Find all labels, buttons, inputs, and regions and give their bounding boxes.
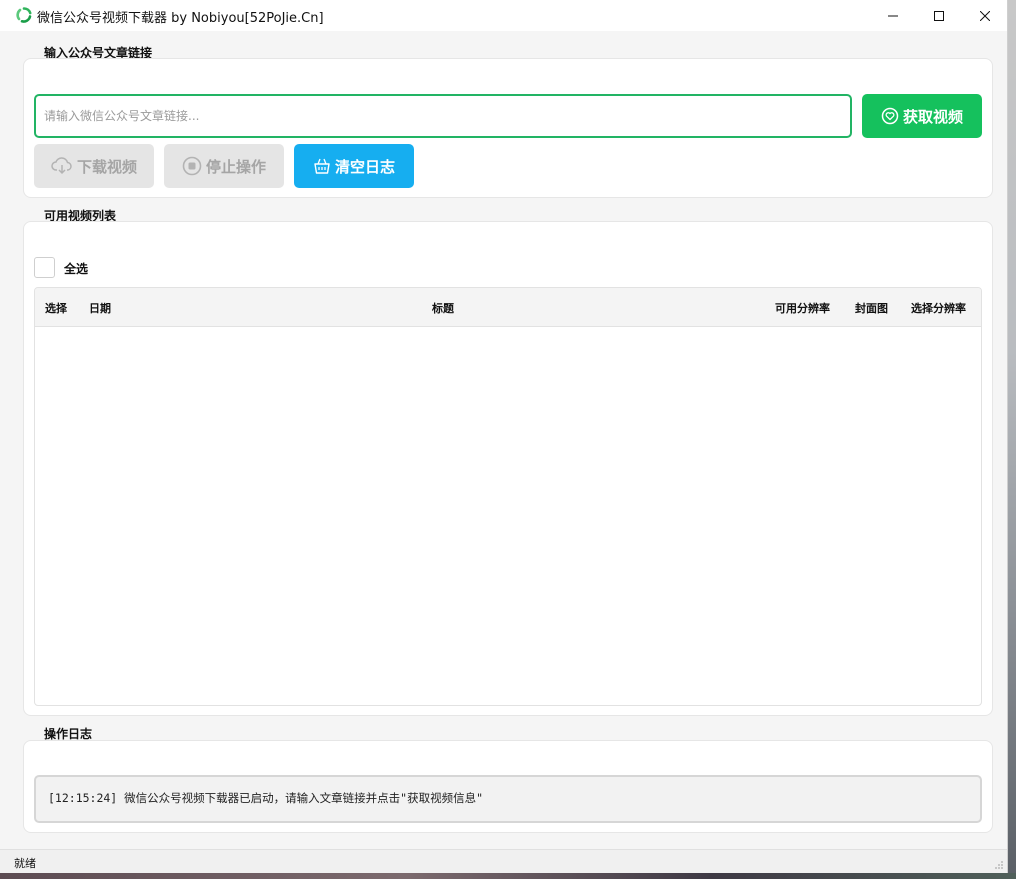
minimize-button[interactable] bbox=[870, 0, 916, 31]
app-logo-icon bbox=[16, 7, 32, 23]
app-window: 微信公众号视频下载器 by Nobiyou[52PoJie.Cn] 输入公众号文… bbox=[0, 0, 1008, 873]
window-title: 微信公众号视频下载器 by Nobiyou[52PoJie.Cn] bbox=[37, 11, 324, 26]
basket-icon bbox=[314, 158, 330, 174]
column-header-date[interactable]: 日期 bbox=[89, 300, 111, 316]
download-video-button[interactable]: 下载视频 bbox=[34, 144, 154, 188]
clear-log-button[interactable]: 清空日志 bbox=[294, 144, 414, 188]
cloud-download-icon bbox=[51, 157, 72, 175]
select-all-checkbox[interactable] bbox=[34, 257, 55, 278]
table-header: 选择 日期 标题 可用分辨率 封面图 选择分辨率 bbox=[35, 288, 981, 327]
desktop-background bbox=[1008, 0, 1016, 879]
clear-log-label: 清空日志 bbox=[334, 157, 395, 176]
select-all-label: 全选 bbox=[64, 262, 89, 276]
get-video-button[interactable]: 获取视频 bbox=[862, 94, 982, 138]
video-table[interactable]: 选择 日期 标题 可用分辨率 封面图 选择分辨率 bbox=[34, 287, 982, 706]
stop-circle-icon bbox=[182, 156, 202, 176]
column-header-cover[interactable]: 封面图 bbox=[855, 300, 888, 316]
close-button[interactable] bbox=[962, 0, 1007, 31]
maximize-button[interactable] bbox=[916, 0, 962, 31]
status-bar: 就绪 bbox=[0, 849, 1007, 873]
get-video-label: 获取视频 bbox=[902, 107, 963, 126]
download-video-label: 下载视频 bbox=[76, 157, 137, 176]
column-header-select[interactable]: 选择 bbox=[45, 300, 67, 316]
column-header-select-resolution[interactable]: 选择分辨率 bbox=[911, 300, 966, 316]
title-bar[interactable]: 微信公众号视频下载器 by Nobiyou[52PoJie.Cn] bbox=[0, 0, 1007, 31]
minimize-icon bbox=[888, 15, 898, 16]
close-icon bbox=[980, 10, 990, 21]
log-output[interactable]: [12:15:24] 微信公众号视频下载器已启动，请输入文章链接并点击"获取视频… bbox=[34, 775, 982, 823]
desktop-background-bottom bbox=[0, 873, 1016, 879]
resize-grip-icon[interactable] bbox=[994, 860, 1004, 870]
log-entry: [12:15:24] 微信公众号视频下载器已启动，请输入文章链接并点击"获取视频… bbox=[48, 791, 484, 805]
maximize-icon bbox=[934, 10, 944, 21]
status-text: 就绪 bbox=[14, 857, 36, 870]
column-header-title[interactable]: 标题 bbox=[432, 300, 454, 316]
stop-operation-button[interactable]: 停止操作 bbox=[164, 144, 284, 188]
heart-circle-icon bbox=[881, 107, 899, 125]
article-url-input[interactable] bbox=[34, 94, 852, 138]
stop-operation-label: 停止操作 bbox=[205, 157, 266, 176]
column-header-resolutions[interactable]: 可用分辨率 bbox=[775, 300, 830, 316]
